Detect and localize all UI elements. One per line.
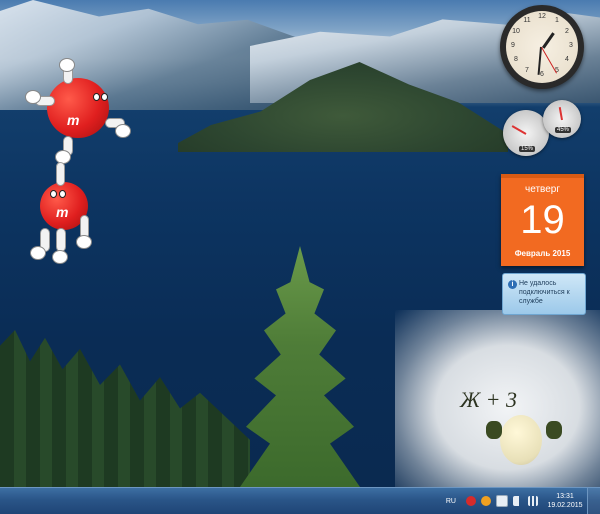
clock-area[interactable]: 13:31 19.02.2015 xyxy=(543,492,587,510)
forest-left xyxy=(0,330,250,487)
pine-tree xyxy=(240,246,360,487)
desktop-wallpaper: m m 12 1 2 3 4 5 6 7 8 9 10 11 15% 45% ч… xyxy=(0,0,600,487)
system-tray: RU 13:31 19.02.2015 xyxy=(446,488,600,514)
mascot-text: Ж + 3 xyxy=(460,387,517,412)
mm-mascot-bottom[interactable]: m xyxy=(30,160,100,270)
clock-number: 11 xyxy=(523,17,531,24)
clock-number: 8 xyxy=(514,56,518,63)
clock-face: 12 1 2 3 4 5 6 7 8 9 10 11 xyxy=(506,11,578,83)
show-desktop-button[interactable] xyxy=(587,488,600,514)
clock-number: 2 xyxy=(565,28,569,35)
clock-number: 4 xyxy=(565,56,569,63)
mascot-right-glove xyxy=(546,421,562,439)
clock-gadget[interactable]: 12 1 2 3 4 5 6 7 8 9 10 11 xyxy=(500,5,584,89)
clock-number: 9 xyxy=(511,42,515,49)
clock-number: 3 xyxy=(569,42,573,49)
tray-date: 19.02.2015 xyxy=(547,502,583,509)
clock-number: 10 xyxy=(512,28,520,35)
clock-number: 7 xyxy=(525,67,529,74)
network-icon[interactable] xyxy=(528,496,538,506)
tray-time: 13:31 xyxy=(556,493,574,500)
memory-value: 45% xyxy=(555,127,572,133)
record-icon[interactable] xyxy=(466,496,476,506)
hour-hand xyxy=(542,32,555,49)
weather-error-gadget[interactable]: i Не удалось подключиться к службе xyxy=(502,273,586,315)
memory-dial: 45% xyxy=(543,100,581,138)
language-indicator[interactable]: RU xyxy=(446,498,456,505)
mascot-body xyxy=(500,415,542,465)
flag-icon[interactable] xyxy=(496,495,508,507)
clock-number: 1 xyxy=(555,17,559,24)
cpu-meter-gadget[interactable]: 15% 45% xyxy=(503,100,585,158)
clock-number: 12 xyxy=(538,13,546,20)
calendar-gadget[interactable]: четверг 19 Февраль 2015 xyxy=(501,174,584,266)
calendar-month-year: Февраль 2015 xyxy=(514,249,571,258)
info-icon: i xyxy=(508,280,517,289)
calendar-day: 19 xyxy=(520,198,565,242)
mascot-drawing: Ж + 3 xyxy=(460,385,575,485)
second-hand xyxy=(541,47,557,74)
media-icon[interactable] xyxy=(481,496,491,506)
notice-text: Не удалось подключиться к службе xyxy=(519,280,570,305)
mm-mascot-top[interactable]: m xyxy=(25,58,131,168)
cpu-value: 15% xyxy=(519,146,536,152)
volume-icon[interactable] xyxy=(513,496,523,506)
mascot-left-glove xyxy=(486,421,502,439)
taskbar: RU 13:31 19.02.2015 xyxy=(0,487,600,514)
calendar-weekday: четверг xyxy=(525,184,560,195)
